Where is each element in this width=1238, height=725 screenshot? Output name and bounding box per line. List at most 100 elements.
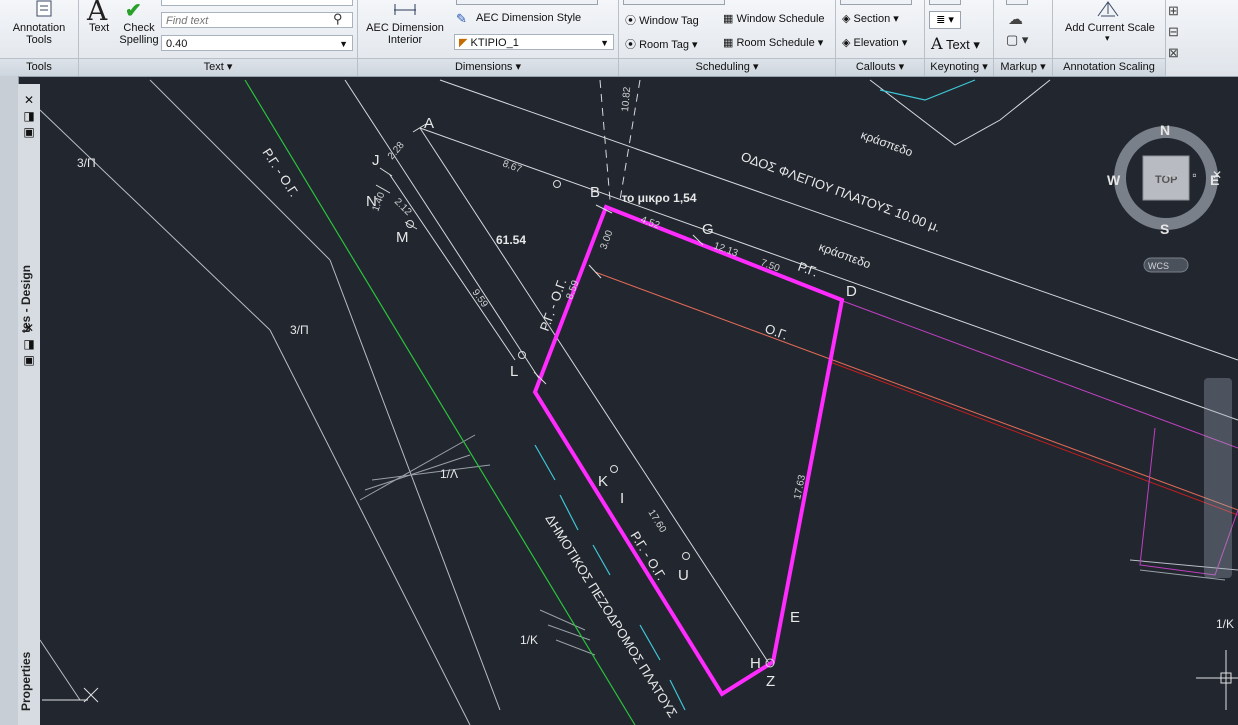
aec-dimension-button[interactable]: AEC Dimension Interior: [364, 22, 446, 46]
tag-icon: ⦿: [625, 39, 636, 51]
schedule-icon: ▦: [723, 37, 734, 49]
point-u: U: [678, 567, 689, 584]
scheduling-tools-row[interactable]: [623, 0, 725, 5]
room-tag-button[interactable]: ⦿ Room Tag ▾: [625, 36, 698, 52]
dimension-layer-combo[interactable]: ◤ KTIPIO_1 ▼: [454, 34, 614, 50]
callouts-panel-label[interactable]: Callouts ▾: [836, 58, 924, 76]
text-button[interactable]: Text: [89, 22, 109, 34]
find-replace-icon[interactable]: ⚲: [333, 11, 343, 27]
scale-icon: [1095, 0, 1121, 23]
markup-panel-label[interactable]: Markup ▾: [994, 58, 1052, 76]
close-icon[interactable]: ✕: [22, 94, 36, 106]
aec-dimension-icon: [392, 2, 418, 21]
keynote-list-icon[interactable]: ≣ ▾: [929, 11, 961, 29]
point-i: I: [620, 490, 624, 507]
wcs-label: WCS: [1148, 261, 1169, 271]
dimension-style-icon: ✎: [456, 11, 467, 26]
section-button[interactable]: ◈ Section ▾: [842, 12, 899, 25]
point-b: B: [590, 184, 600, 201]
keynote-text-label: Text ▾: [945, 37, 980, 52]
dimension-layer-value: KTIPIO_1: [470, 37, 519, 49]
text-style-combo[interactable]: [161, 0, 353, 6]
layer-icon: ◤: [459, 37, 468, 49]
annotation-scaling-panel: Add Current Scale ▾ Annotation Scaling: [1053, 0, 1166, 76]
annotation-scaling-panel-label[interactable]: Annotation Scaling: [1053, 58, 1165, 76]
viewcube-south: S: [1160, 221, 1169, 237]
window-schedule-label: Window Schedule: [736, 13, 825, 25]
markup-panel: ☁ ▢ ▾ Markup ▾: [994, 0, 1053, 76]
scheduling-panel-label[interactable]: Scheduling ▾: [619, 58, 835, 76]
point-k: K: [598, 473, 608, 490]
tools-panel-label[interactable]: Tools: [0, 58, 78, 76]
check-spelling-line2: Spelling: [119, 34, 159, 46]
zone-label-3: 1/Λ: [440, 467, 458, 481]
chevron-down-icon: ▼: [339, 39, 348, 49]
section-icon: ◈: [842, 13, 851, 25]
revision-cloud-icon[interactable]: ☁: [1008, 10, 1023, 28]
point-d: D: [846, 283, 857, 300]
tag-icon: ⦿: [625, 15, 636, 27]
left-dock-strip: [0, 76, 19, 725]
check-spelling-line1: Check: [123, 22, 155, 34]
drawing-canvas[interactable]: ΟΔΟΣ ΦΛΕΓΙΟΥ ΠΛΑΤΟΥΣ 10.00 μ. κράσπεδο κ…: [40, 78, 1238, 725]
close-icon[interactable]: ✕: [22, 322, 36, 334]
check-spelling-button[interactable]: Check Spelling: [119, 22, 159, 46]
callouts-tools-row[interactable]: [840, 0, 912, 5]
palette-title-bottom: Properties: [19, 651, 33, 711]
zone-label-2: 3/Π: [290, 323, 309, 337]
room-schedule-label: Room Schedule ▾: [736, 37, 824, 49]
zone-label-5: 1/Κ: [1216, 617, 1234, 631]
annotation-tools-line2: Tools: [26, 34, 52, 46]
text-icon: A: [931, 34, 943, 53]
navigation-bar[interactable]: [1204, 378, 1232, 578]
annotation-tools-line1: Annotation: [12, 22, 66, 34]
area-label: 61.54: [496, 233, 526, 247]
point-j: J: [372, 152, 380, 169]
callouts-panel: ◈ Section ▾ ◈ Elevation ▾ Callouts ▾: [836, 0, 925, 76]
zone-label-4: 1/Κ: [520, 633, 538, 647]
window-schedule-button[interactable]: ▦ Window Schedule: [723, 12, 825, 25]
schedule-icon: ▦: [723, 13, 734, 25]
scale-tools-icons[interactable]: ⊞ ⊟ ⊠: [1168, 0, 1179, 63]
elevation-button[interactable]: ◈ Elevation ▾: [842, 36, 907, 49]
dimension-tools-row[interactable]: [456, 0, 598, 5]
point-a: A: [424, 115, 434, 132]
ribbon: Annotation Tools Tools A Text ✔ Check Sp…: [0, 0, 1238, 77]
tool-palette: ✕ ◨ ▣ tes - Design ✕ ◨ ▣ Properties: [18, 84, 41, 725]
annotation-tools-button[interactable]: Annotation Tools: [8, 22, 70, 46]
window-tag-button[interactable]: ⦿ Window Tag: [625, 12, 699, 28]
keynote-tools-row[interactable]: [929, 0, 961, 5]
keynote-text-button[interactable]: A Text ▾: [931, 34, 980, 53]
keynoting-panel: ≣ ▾ A Text ▾ Keynoting ▾: [925, 0, 994, 76]
window-tag-label: Window Tag: [639, 15, 699, 27]
markup-frame-icon[interactable]: ▢ ▾: [1006, 32, 1028, 48]
point-e: E: [790, 609, 800, 626]
text-height-combo[interactable]: 0.40 ▼: [161, 35, 353, 51]
point-z: Z: [766, 673, 775, 690]
aec-dimension-line1: AEC Dimension: [366, 22, 444, 34]
point-h: H: [750, 655, 761, 672]
text-panel-label[interactable]: Text ▾: [79, 58, 357, 76]
properties-icon[interactable]: ▣: [22, 354, 36, 366]
point-g: G: [702, 221, 714, 238]
tools-panel: Annotation Tools Tools: [0, 0, 79, 76]
chevron-down-icon: ▼: [600, 38, 609, 48]
markup-tools-row[interactable]: [1006, 0, 1028, 5]
viewcube-west: W: [1107, 172, 1121, 188]
viewport-window-controls[interactable]: — ▫ ✕: [1165, 168, 1228, 182]
chevron-down-icon: ▾: [1105, 33, 1110, 43]
auto-hide-icon[interactable]: ◨: [22, 338, 36, 350]
note-label: το μικρο 1,54: [622, 191, 697, 205]
keynoting-panel-label[interactable]: Keynoting ▾: [925, 58, 993, 76]
point-l: L: [510, 363, 518, 380]
dimensions-panel-label[interactable]: Dimensions ▾: [358, 58, 618, 76]
aec-dimension-style-button[interactable]: AEC Dimension Style: [476, 12, 581, 24]
room-tag-label: Room Tag ▾: [639, 39, 698, 51]
elevation-icon: ◈: [842, 37, 851, 49]
find-text-input[interactable]: Find text: [161, 12, 353, 28]
text-height-value: 0.40: [166, 38, 188, 50]
auto-hide-icon[interactable]: ◨: [22, 110, 36, 122]
room-schedule-button[interactable]: ▦ Room Schedule ▾: [723, 36, 823, 49]
properties-icon[interactable]: ▣: [22, 126, 36, 138]
text-panel: A Text ✔ Check Spelling Find text ⚲ 0.40…: [79, 0, 358, 76]
